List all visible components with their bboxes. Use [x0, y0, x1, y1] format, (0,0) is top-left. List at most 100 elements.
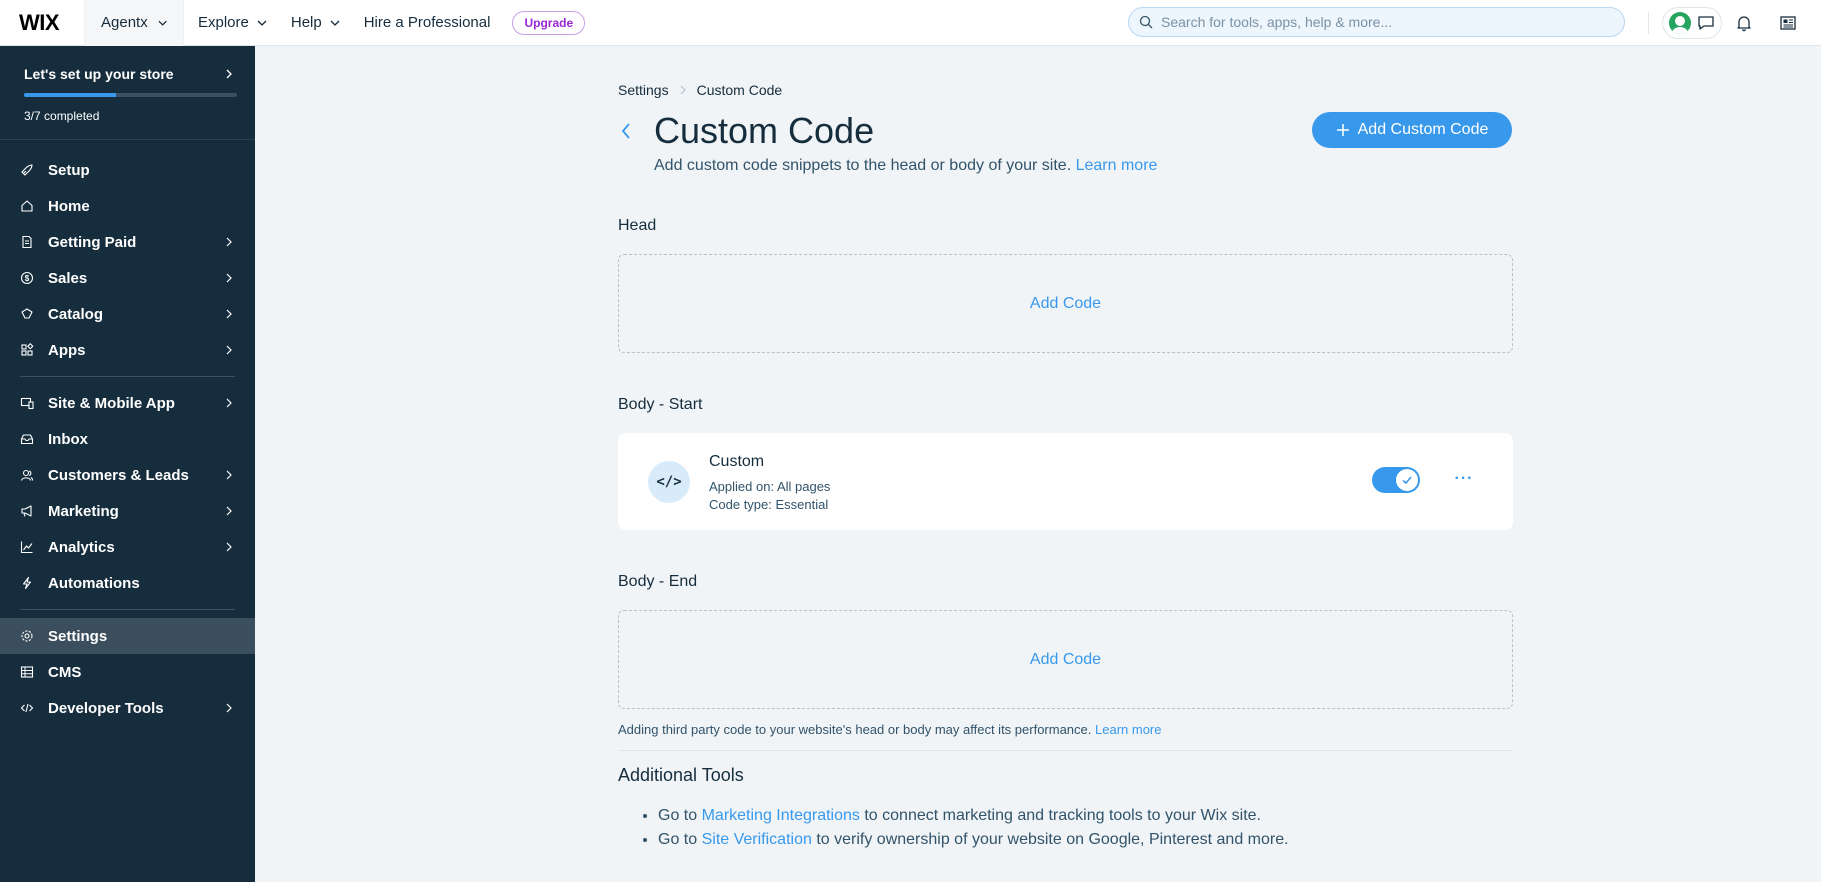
divider — [1648, 12, 1649, 34]
receipt-icon — [20, 235, 34, 249]
rocket-icon — [20, 163, 34, 177]
search-input[interactable] — [1161, 14, 1601, 30]
back-arrow-icon[interactable] — [620, 122, 632, 140]
list-item-suffix: to connect marketing and tracking tools … — [864, 807, 1261, 824]
sidebar-item-label: Marketing — [48, 502, 119, 520]
chevron-right-icon — [226, 470, 232, 480]
site-name: Agentx — [101, 14, 148, 31]
chevron-right-icon — [226, 69, 232, 79]
sidebar-item-label: Automations — [48, 574, 140, 592]
sidebar-item-label: Customers & Leads — [48, 466, 189, 484]
section-body-end-label: Body - End — [618, 573, 698, 590]
sidebar-item-developer-tools[interactable]: Developer Tools — [0, 690, 255, 726]
subtitle-text: Add custom code snippets to the head or … — [654, 157, 1072, 174]
breadcrumb-settings[interactable]: Settings — [618, 82, 669, 98]
page-subtitle: Add custom code snippets to the head or … — [654, 157, 1157, 175]
sidebar-item-label: Site & Mobile App — [48, 394, 175, 412]
setup-progress-text: 3/7 completed — [24, 109, 100, 123]
sidebar-item-cms[interactable]: CMS — [0, 654, 255, 690]
notifications-button[interactable] — [1732, 11, 1756, 35]
sidebar-item-setup[interactable]: Setup — [0, 152, 255, 188]
news-feed-button[interactable] — [1776, 11, 1800, 35]
chevron-right-icon — [226, 703, 232, 713]
sidebar-item-site-mobile-app[interactable]: Site & Mobile App — [0, 385, 255, 421]
search-bar[interactable] — [1128, 7, 1625, 37]
add-custom-code-button[interactable]: Add Custom Code — [1312, 112, 1512, 148]
bell-icon — [1737, 16, 1751, 32]
nav-help-label: Help — [290, 14, 322, 31]
footnote-learn-more-link[interactable]: Learn more — [1095, 722, 1161, 737]
setup-progress-bar — [24, 93, 237, 97]
sidebar-item-automations[interactable]: Automations — [0, 565, 255, 601]
nav-help[interactable]: Help — [281, 0, 354, 46]
section-body-start-label: Body - Start — [618, 396, 703, 413]
head-add-code-dropzone[interactable]: Add Code — [618, 254, 1513, 353]
nav-explore[interactable]: Explore — [184, 0, 281, 46]
account-chat-button[interactable] — [1662, 7, 1722, 39]
sidebar-item-analytics[interactable]: Analytics — [0, 529, 255, 565]
list-item-prefix: Go to — [658, 807, 698, 824]
snippet-enabled-toggle[interactable] — [1372, 467, 1420, 493]
sidebar-item-inbox[interactable]: Inbox — [0, 421, 255, 457]
sidebar-item-apps[interactable]: Apps — [0, 332, 255, 368]
breadcrumb-current: Custom Code — [696, 82, 783, 98]
marketing-integrations-link[interactable]: Marketing Integrations — [702, 807, 860, 824]
upgrade-button[interactable]: Upgrade — [512, 10, 586, 35]
chevron-down-icon — [257, 20, 267, 26]
chevron-right-icon — [680, 85, 686, 95]
sidebar-item-label: Analytics — [48, 538, 115, 556]
performance-footnote: Adding third party code to your website'… — [618, 722, 1162, 737]
list-item: Go to Marketing Integrations to connect … — [658, 804, 1289, 828]
code-icon: </> — [648, 461, 690, 503]
nav-hire-professional[interactable]: Hire a Professional — [354, 0, 505, 46]
sidebar-item-label: Developer Tools — [48, 699, 164, 717]
gear-icon — [20, 629, 34, 643]
bolt-icon — [20, 576, 34, 590]
sidebar-item-label: Getting Paid — [48, 233, 137, 251]
add-code-link[interactable]: Add Code — [1030, 651, 1101, 669]
learn-more-link[interactable]: Learn more — [1076, 157, 1158, 174]
sidebar-item-sales[interactable]: $ Sales — [0, 260, 255, 296]
sidebar-item-getting-paid[interactable]: Getting Paid — [0, 224, 255, 260]
sidebar-item-label: Apps — [48, 341, 86, 359]
additional-tools-title: Additional Tools — [618, 765, 744, 785]
add-custom-code-label: Add Custom Code — [1357, 121, 1489, 138]
megaphone-icon — [20, 504, 34, 518]
add-code-link[interactable]: Add Code — [1030, 295, 1101, 313]
home-icon — [20, 199, 34, 213]
sidebar-item-customers-leads[interactable]: Customers & Leads — [0, 457, 255, 493]
sidebar-item-label: Settings — [48, 627, 108, 645]
chevron-right-icon — [226, 542, 232, 552]
additional-tools-list: Go to Marketing Integrations to connect … — [658, 804, 1289, 852]
plus-icon — [1336, 124, 1349, 136]
section-head-label: Head — [618, 217, 657, 234]
progress-fill — [24, 93, 116, 97]
nav-hire-label: Hire a Professional — [363, 14, 491, 31]
site-switcher[interactable]: Agentx — [84, 0, 184, 46]
site-verification-link[interactable]: Site Verification — [702, 831, 812, 848]
more-actions-icon[interactable]: ··· — [1454, 469, 1474, 489]
toggle-knob — [1396, 469, 1418, 491]
newspaper-icon — [1780, 16, 1796, 30]
setup-title: Let's set up your store — [24, 66, 174, 82]
sidebar-item-marketing[interactable]: Marketing — [0, 493, 255, 529]
sidebar-item-label: Catalog — [48, 305, 104, 323]
sidebar-item-label: CMS — [48, 663, 82, 681]
sidebar-item-label: Home — [48, 197, 90, 215]
body-end-add-code-dropzone[interactable]: Add Code — [618, 610, 1513, 709]
code-snippet-card[interactable]: </> Custom Applied on: All pages Code ty… — [618, 433, 1513, 530]
sidebar-divider — [20, 609, 235, 610]
svg-text:$: $ — [25, 274, 30, 283]
avatar[interactable] — [1669, 12, 1691, 34]
sidebar-item-home[interactable]: Home — [0, 188, 255, 224]
sidebar-item-catalog[interactable]: Catalog — [0, 296, 255, 332]
sidebar-item-settings[interactable]: Settings — [0, 618, 255, 654]
sidebar-menu: Setup Home Getting Paid $ Sales Catalog … — [0, 140, 255, 726]
chevron-right-icon — [226, 273, 232, 283]
page-title: Custom Code — [654, 110, 875, 151]
sidebar: Let's set up your store 3/7 completed Se… — [0, 46, 255, 882]
setup-progress-card[interactable]: Let's set up your store 3/7 completed — [0, 46, 255, 140]
chat-icon[interactable] — [1697, 14, 1715, 32]
wix-logo[interactable]: WIX — [0, 0, 84, 46]
list-item-suffix: to verify ownership of your website on G… — [816, 831, 1289, 848]
